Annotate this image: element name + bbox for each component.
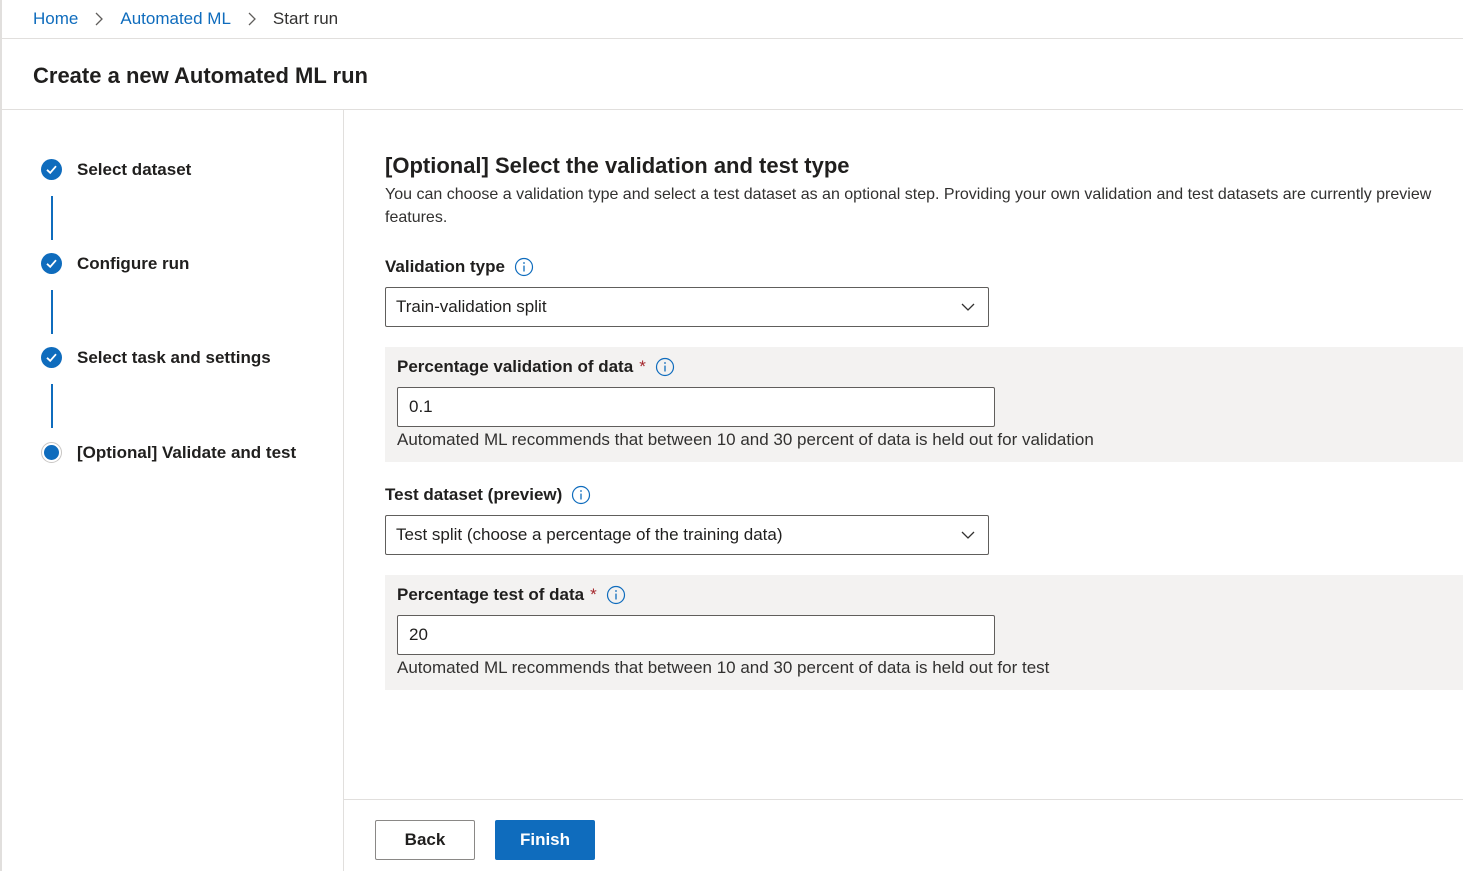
info-icon[interactable] [655, 357, 675, 377]
section-description: You can choose a validation type and sel… [385, 186, 1432, 226]
test-dataset-dropdown[interactable]: Test split (choose a percentage of the t… [385, 515, 989, 555]
chevron-right-icon [94, 12, 104, 26]
step-label: [Optional] Validate and test [77, 442, 297, 462]
footer-divider [344, 799, 1463, 800]
section-title: [Optional] Select the validation and tes… [385, 153, 850, 178]
required-indicator: * [639, 357, 646, 376]
dropdown-selected-value: Train-validation split [396, 297, 547, 316]
info-icon[interactable] [606, 585, 626, 605]
percentage-test-label: Percentage test of data * [397, 585, 626, 605]
step-connector [51, 290, 53, 334]
required-indicator: * [590, 585, 597, 604]
breadcrumb: Home Automated ML Start run [33, 0, 338, 38]
percentage-validation-input[interactable]: 0.1 [397, 387, 995, 427]
info-icon[interactable] [571, 485, 591, 505]
page-left-border [0, 0, 2, 871]
step-select-dataset[interactable]: Select dataset [41, 159, 191, 180]
stepper-divider [343, 110, 344, 871]
percentage-test-input[interactable]: 20 [397, 615, 995, 655]
validation-type-label: Validation type [385, 257, 534, 277]
step-validate-and-test[interactable]: [Optional] Validate and test [41, 442, 296, 463]
test-dataset-label: Test dataset (preview) [385, 485, 591, 505]
percentage-validation-label: Percentage validation of data * [397, 357, 675, 377]
checkmark-circle-icon [41, 347, 62, 368]
dropdown-selected-value: Test split (choose a percentage of the t… [396, 525, 783, 544]
current-step-icon [41, 442, 62, 463]
step-label: Select task and settings [77, 347, 271, 367]
step-label: Configure run [77, 253, 190, 273]
finish-button[interactable]: Finish [495, 820, 595, 860]
step-label: Select dataset [77, 159, 192, 179]
back-button[interactable]: Back [375, 820, 475, 860]
percentage-test-hint: Automated ML recommends that between 10 … [397, 658, 1050, 677]
header-divider [2, 38, 1463, 39]
step-select-task-and-settings[interactable]: Select task and settings [41, 347, 271, 368]
info-icon[interactable] [514, 257, 534, 277]
checkmark-circle-icon [41, 253, 62, 274]
step-connector [51, 384, 53, 428]
chevron-down-icon [960, 527, 976, 543]
validation-type-dropdown[interactable]: Train-validation split [385, 287, 989, 327]
step-configure-run[interactable]: Configure run [41, 253, 189, 274]
page-title: Create a new Automated ML run [33, 63, 368, 88]
step-connector [51, 196, 53, 240]
breadcrumb-home-link[interactable]: Home [33, 9, 78, 29]
percentage-validation-hint: Automated ML recommends that between 10 … [397, 430, 1094, 449]
breadcrumb-current: Start run [272, 9, 339, 28]
chevron-down-icon [960, 299, 976, 315]
breadcrumb-automated-ml-link[interactable]: Automated ML [120, 9, 231, 29]
chevron-right-icon [247, 12, 257, 26]
checkmark-circle-icon [41, 159, 62, 180]
title-divider [2, 109, 1463, 110]
